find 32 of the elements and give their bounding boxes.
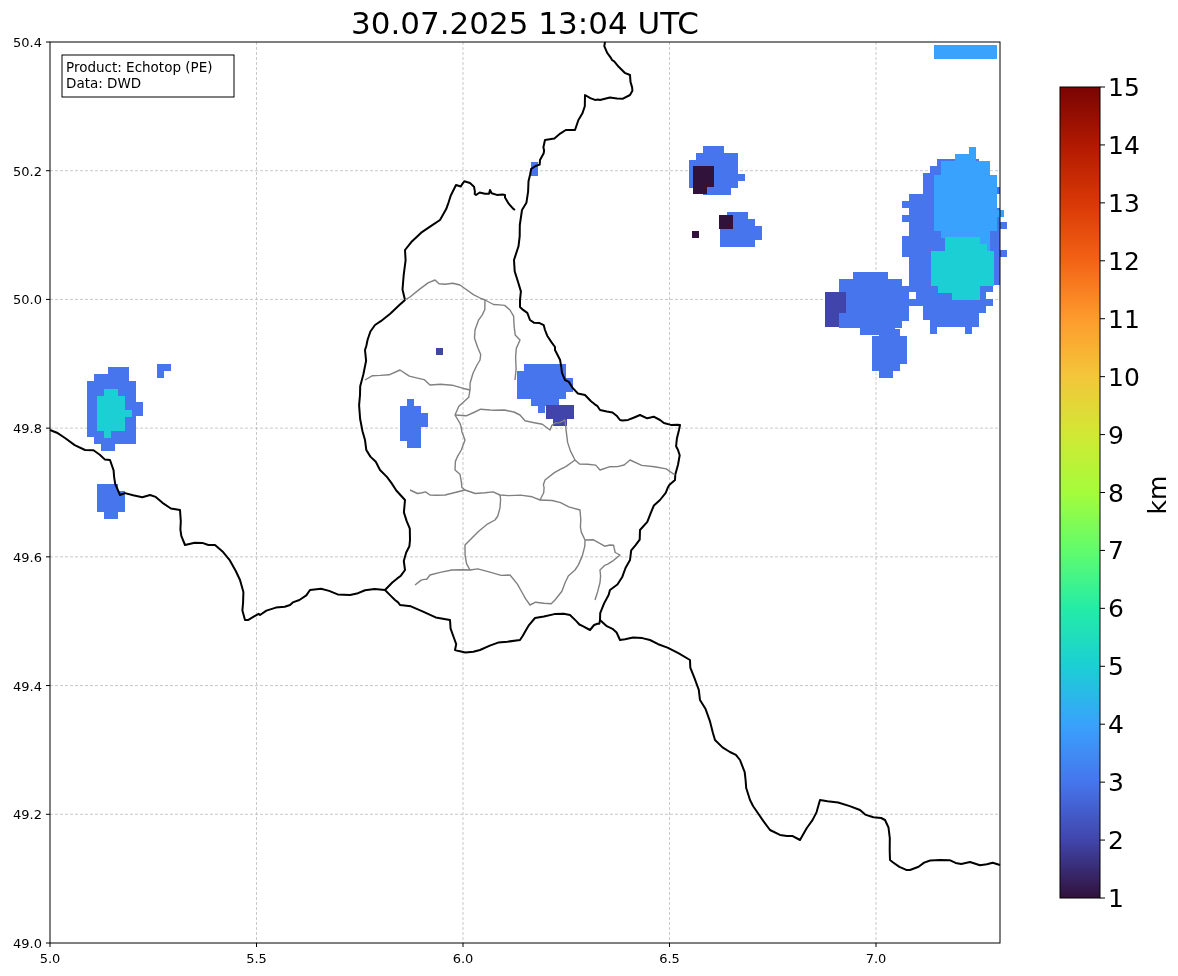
colorbar-tick-label: 7 xyxy=(1108,536,1124,566)
axis-tick-label: 49.0 xyxy=(13,936,42,951)
info-text: Data: DWD xyxy=(66,75,142,91)
axis-tick-label: 6.5 xyxy=(659,951,680,966)
colorbar-tick-label: 9 xyxy=(1108,420,1124,450)
chart-title: 30.07.2025 13:04 UTC xyxy=(351,5,699,41)
info-text: Product: Echotop (PE) xyxy=(66,59,213,75)
axis-tick-label: 49.2 xyxy=(13,807,42,823)
colorbar-tick-label: 11 xyxy=(1108,304,1140,334)
colorbar-tick-label: 6 xyxy=(1108,594,1124,624)
colorbar-tick-label: 13 xyxy=(1108,188,1140,218)
axis-tick-label: 50.2 xyxy=(13,163,42,179)
colorbar-tick-label: 4 xyxy=(1108,710,1124,740)
colorbar-tick-label: 12 xyxy=(1108,246,1140,276)
colorbar-tick-label: 8 xyxy=(1108,478,1124,508)
colorbar-tick-label: 14 xyxy=(1108,130,1140,160)
colorbar-label: km xyxy=(1143,475,1172,515)
colorbar-tick-label: 3 xyxy=(1108,768,1124,798)
colorbar-tick-label: 15 xyxy=(1108,73,1140,102)
axis-tick-label: 49.4 xyxy=(13,678,42,694)
axis-tick-label: 50.4 xyxy=(13,35,42,50)
axis-tick-label: 5.5 xyxy=(246,951,267,966)
axis-tick-label: 6.0 xyxy=(452,951,474,966)
axis-tick-label: 50.0 xyxy=(13,292,42,308)
axis-tick-label: 49.8 xyxy=(13,421,42,437)
colorbar-tick-label: 5 xyxy=(1108,652,1124,682)
colorbar-tick-label: 1 xyxy=(1108,884,1124,913)
colorbar-tick-label: 10 xyxy=(1108,362,1140,392)
axis-tick-label: 5.0 xyxy=(39,951,61,966)
axis-tick-label: 49.6 xyxy=(13,549,42,565)
colorbar-tick-label: 2 xyxy=(1108,826,1124,856)
axis-tick-label: 7.0 xyxy=(865,951,887,966)
